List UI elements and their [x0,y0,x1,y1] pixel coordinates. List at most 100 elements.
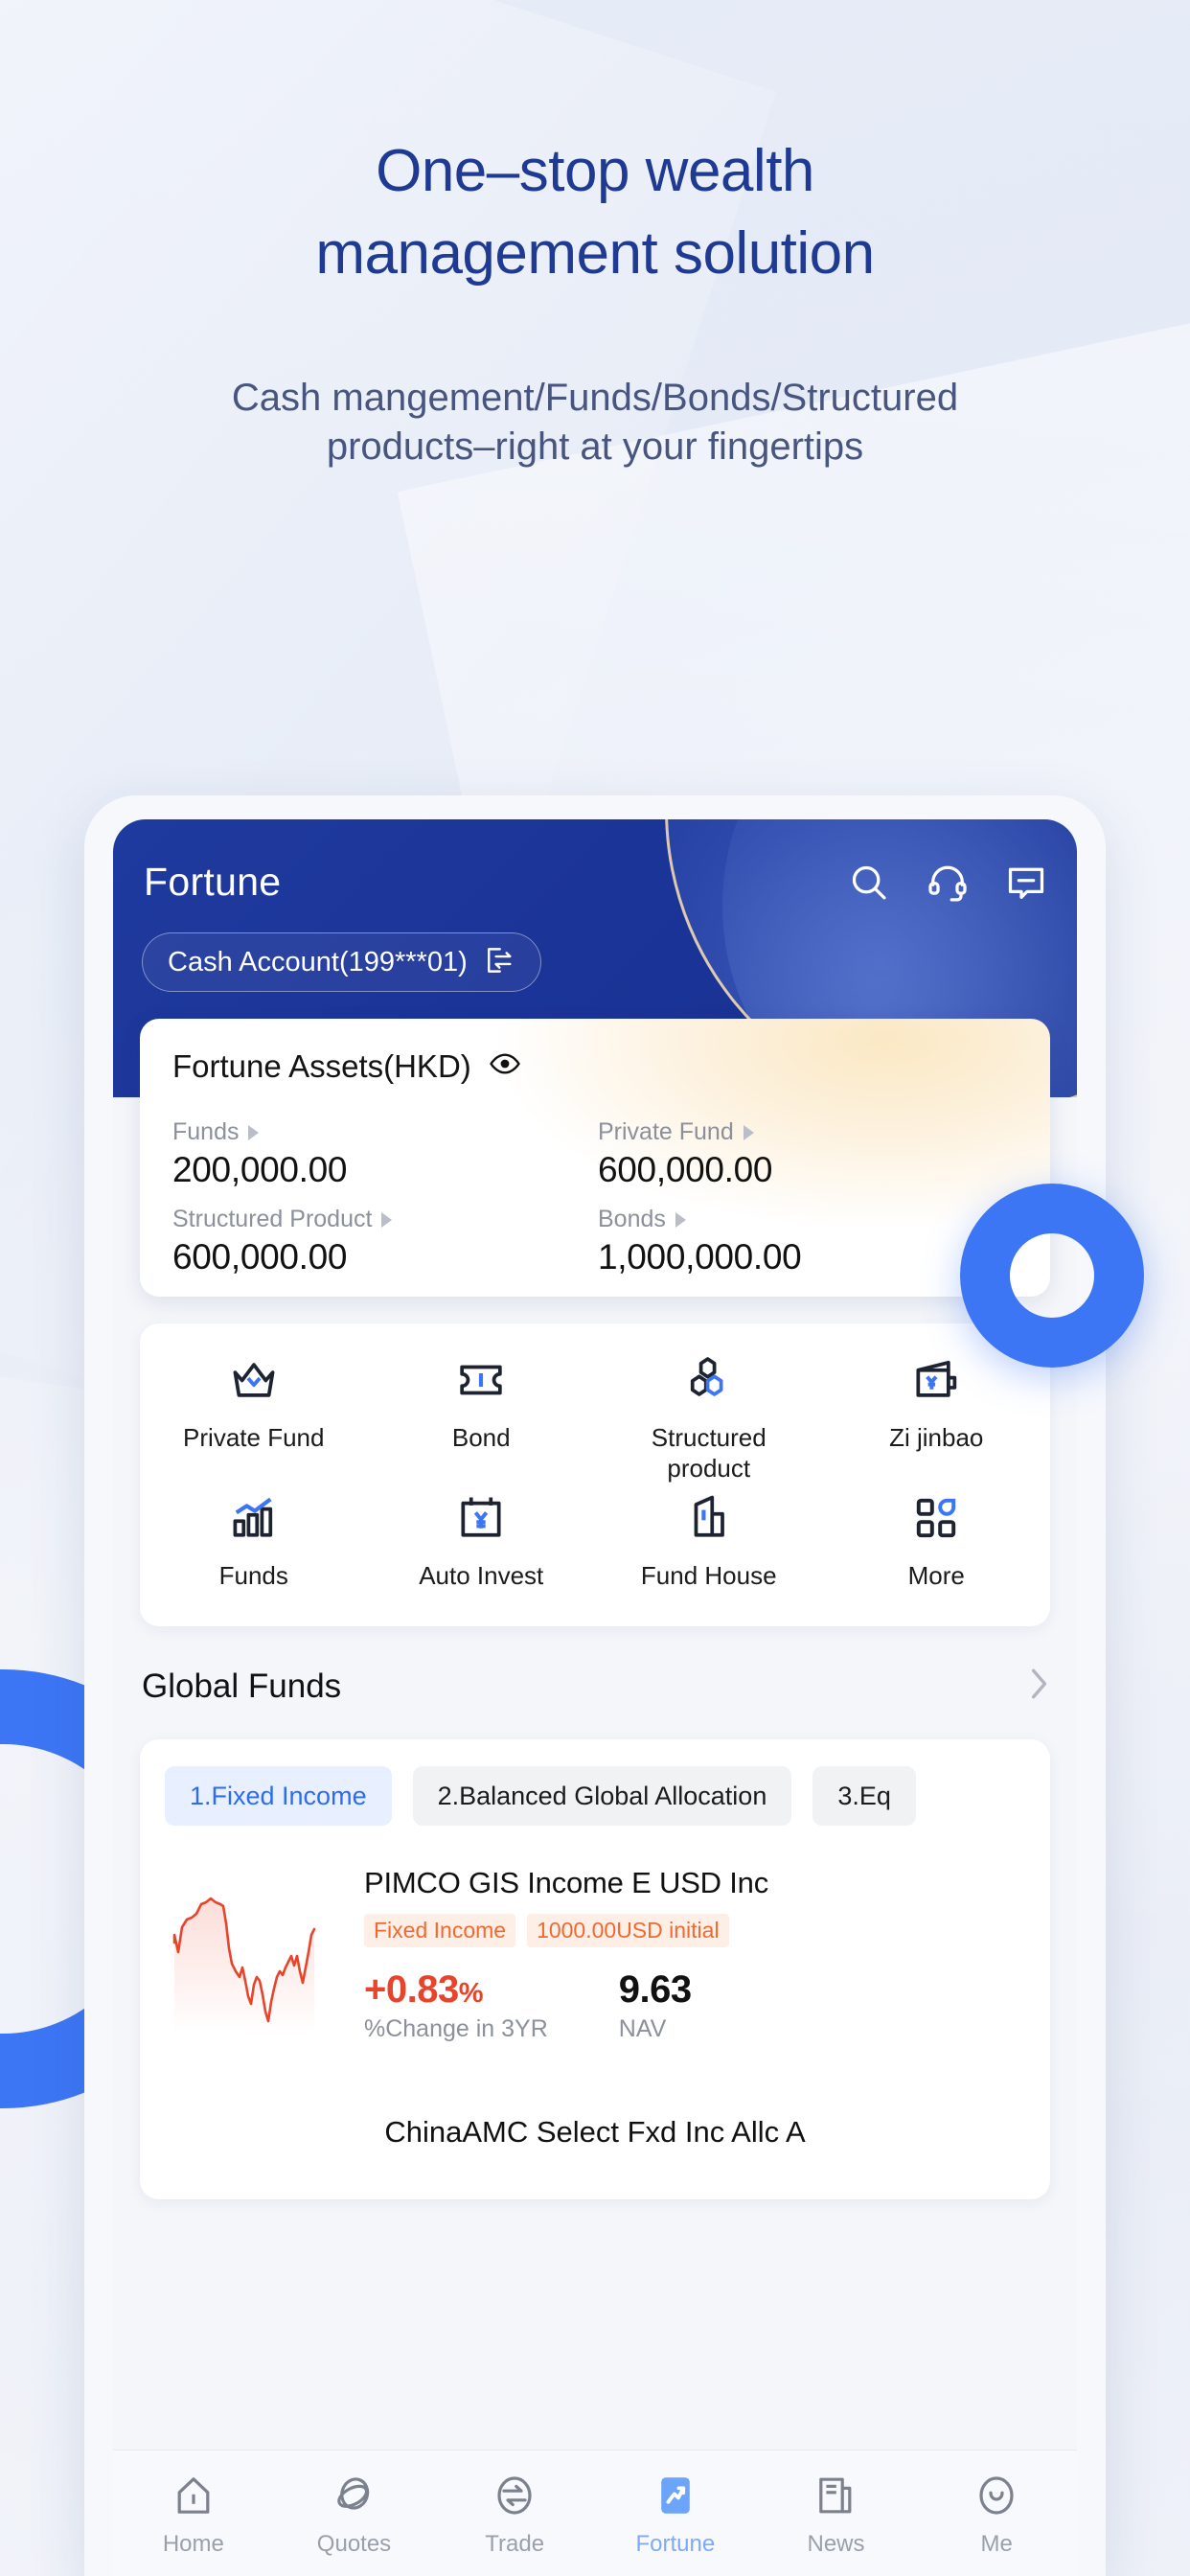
tab-balanced-global-allocation[interactable]: 2.Balanced Global Allocation [412,1766,792,1826]
fund-change-caption: %Change in 3YR [364,2015,548,2042]
quick-action-structured-product[interactable]: Structured product [595,1350,823,1484]
quick-action-label: Funds [218,1561,288,1590]
account-switch-pill[interactable]: Cash Account(199***01) [142,932,541,992]
tab-home[interactable]: Home [113,2470,274,2558]
fund-change-unit: % [458,1978,484,2009]
headset-icon[interactable] [926,861,970,905]
quick-action-auto-invest[interactable]: Auto Invest [368,1488,596,1592]
app-screen: Fortune Cash Account(199***01) Fortune A… [113,819,1077,2576]
chevron-right-icon [743,1124,754,1140]
tab-fortune[interactable]: Fortune [595,2470,756,2558]
quick-action-funds[interactable]: Funds [140,1488,368,1592]
home-icon [171,2470,217,2521]
header-row: Fortune [144,860,1048,905]
asset-item-private-fund[interactable]: Private Fund 600,000.00 [598,1118,1023,1190]
fortune-trend-icon [652,2470,698,2521]
fund-name: PIMCO GIS Income E USD Inc [364,1866,769,1899]
promo-headline-line2: management solution [315,220,875,287]
fund-list-item[interactable]: PIMCO GIS Income E USD Inc Fixed Income … [169,1860,1025,2043]
grid-more-icon [909,1488,963,1548]
tab-label: Trade [485,2530,545,2557]
wallet-yen-icon [909,1350,963,1410]
assets-grid: Funds 200,000.00 Private Fund 600,000.00… [172,1118,1023,1277]
fund-sparkline-chart [169,1860,339,2035]
bar-chart-icon [227,1488,281,1548]
tab-label: Home [162,2530,224,2557]
eye-icon[interactable] [489,1047,521,1085]
switch-account-icon[interactable] [483,944,515,981]
tab-label: Me [980,2530,1013,2557]
tab-equity[interactable]: 3.Eq [812,1766,916,1826]
fund-tag-initial: 1000.00USD initial [527,1914,729,1947]
quick-action-label: Zi jinbao [889,1423,984,1452]
quick-action-label: More [907,1561,965,1590]
profile-smile-icon [973,2470,1019,2521]
quick-actions-row-2: Funds Auto Invest Fund House More [140,1488,1050,1592]
assets-title: Fortune Assets(HKD) [172,1047,471,1084]
chevron-right-icon[interactable] [1027,1663,1052,1711]
asset-item-funds[interactable]: Funds 200,000.00 [172,1118,598,1190]
asset-value: 600,000.00 [598,1150,773,1189]
promo-headline: One–stop wealth management solution [0,142,1190,284]
chevron-right-icon [248,1124,260,1140]
asset-label: Private Fund [598,1118,734,1145]
quick-actions-panel: Private Fund Bond Structured product Zi … [140,1323,1050,1626]
quick-action-fund-house[interactable]: Fund House [595,1488,823,1592]
trade-swap-icon [492,2470,538,2521]
fund-tag-category: Fixed Income [364,1914,516,1947]
global-funds-tabs: 1.Fixed Income 2.Balanced Global Allocat… [165,1766,916,1826]
tab-label: Fortune [635,2530,716,2557]
crown-icon [227,1350,281,1410]
fund-info: PIMCO GIS Income E USD Inc Fixed Income … [364,1860,1025,2043]
quick-actions-row-1: Private Fund Bond Structured product Zi … [140,1350,1050,1484]
tab-label: Quotes [316,2530,392,2557]
tab-fixed-income[interactable]: 1.Fixed Income [165,1766,392,1826]
fund-stats: +0.83% %Change in 3YR 9.63 NAV [364,1968,1025,2043]
promo-subheadline: Cash mangement/Funds/Bonds/Structured pr… [0,374,1190,472]
account-label: Cash Account(199***01) [168,946,468,978]
fund-change-value: +0.83% [364,1968,548,2012]
app-title: Fortune [144,860,282,904]
quick-action-label: Structured product [651,1423,767,1483]
phone-mockup: Fortune Cash Account(199***01) Fortune A… [84,795,1106,2576]
fund-change-number: +0.83 [364,1968,459,2011]
header-icon-group [847,861,1048,905]
quick-action-bond[interactable]: Bond [368,1350,596,1484]
decorative-ring-right [960,1184,1144,1368]
fund-tags: Fixed Income 1000.00USD initial [364,1914,1025,1947]
fund-nav-value: 9.63 [618,1968,692,2011]
promo-subheadline-line2: products–right at your fingertips [326,426,864,469]
cubes-icon [682,1350,736,1410]
fund-list-item-partial[interactable]: ChinaAMC Select Fxd Inc Allc A [140,2115,1050,2150]
news-icon [812,2470,858,2521]
global-funds-title: Global Funds [142,1668,342,1705]
tab-trade[interactable]: Trade [434,2470,595,2558]
building-icon [682,1488,736,1548]
quick-action-label: Auto Invest [419,1561,544,1590]
quick-action-more[interactable]: More [823,1488,1051,1592]
asset-item-structured-product[interactable]: Structured Product 600,000.00 [172,1206,598,1277]
tab-label: News [807,2530,865,2557]
tab-me[interactable]: Me [916,2470,1077,2558]
fund-nav-stat: 9.63 NAV [619,1968,692,2043]
chevron-right-icon [381,1211,393,1228]
global-funds-header[interactable]: Global Funds [142,1663,1052,1711]
quick-action-zi-jinbao[interactable]: Zi jinbao [823,1350,1051,1484]
promo-subheadline-line1: Cash mangement/Funds/Bonds/Structured [231,377,959,419]
tab-quotes[interactable]: Quotes [274,2470,435,2558]
bottom-tab-bar: Home Quotes Trade Fortune News Me [113,2450,1077,2576]
quick-action-private-fund[interactable]: Private Fund [140,1350,368,1484]
fortune-assets-card: Fortune Assets(HKD) Funds 200,000.00 Pri… [140,1019,1050,1297]
calendar-yen-icon [454,1488,508,1548]
fund-change-stat: +0.83% %Change in 3YR [364,1968,548,2043]
asset-label: Structured Product [172,1206,373,1232]
planet-icon [331,2470,377,2521]
asset-label: Funds [172,1118,240,1145]
fund-nav-caption: NAV [618,2015,667,2042]
assets-title-row: Fortune Assets(HKD) [172,1047,521,1085]
message-icon[interactable] [1004,861,1048,905]
tab-news[interactable]: News [756,2470,917,2558]
quick-action-label: Bond [451,1423,511,1452]
fund-name: ChinaAMC Select Fxd Inc Allc A [384,2115,806,2149]
search-icon[interactable] [847,861,891,905]
